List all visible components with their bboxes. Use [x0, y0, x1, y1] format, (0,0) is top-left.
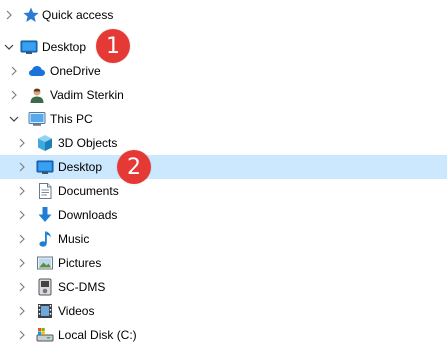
media-player-icon: [36, 278, 54, 296]
desktop-icon: [36, 158, 54, 176]
nav-item-label: Desktop: [42, 40, 87, 54]
nav-item-videos[interactable]: Videos: [0, 299, 447, 323]
chevron-right-icon[interactable]: [16, 155, 28, 179]
folder-icon: [34, 348, 52, 354]
user-avatar-icon: [28, 86, 46, 104]
drive-icon: [36, 326, 54, 344]
star-pin-icon: [22, 6, 40, 24]
nav-item-user[interactable]: Vadim Sterkin: [0, 83, 447, 107]
pictures-icon: [36, 254, 54, 272]
nav-item-label: OneDrive: [50, 64, 101, 78]
chevron-right-icon[interactable]: [16, 131, 28, 155]
nav-item-label: Videos: [58, 304, 95, 318]
chevron-right-icon[interactable]: [16, 179, 28, 203]
nav-item-label: Quick access: [42, 8, 114, 22]
chevron-right-icon[interactable]: [16, 299, 28, 323]
nav-item-onedrive[interactable]: OneDrive: [0, 59, 447, 83]
nav-item-sc-dms[interactable]: SC-DMS: [0, 275, 447, 299]
chevron-right-icon[interactable]: [16, 227, 28, 251]
film-icon: [36, 302, 54, 320]
nav-item-music[interactable]: Music: [0, 227, 447, 251]
nav-item-label: Vadim Sterkin: [50, 88, 124, 102]
nav-item-label: Pictures: [58, 256, 102, 270]
nav-item-documents[interactable]: Documents: [0, 179, 447, 203]
nav-item-label: Music: [58, 232, 90, 246]
nav-item-label: Downloads: [58, 208, 118, 222]
annotation-badge-1: 1: [96, 29, 130, 63]
chevron-right-icon[interactable]: [16, 251, 28, 275]
computer-icon: [28, 110, 46, 128]
navigation-pane: Quick access Desktop OneDrive Vadim Ster…: [0, 0, 447, 354]
music-note-icon: [36, 230, 54, 248]
chevron-down-icon[interactable]: [3, 35, 15, 59]
cloud-icon: [28, 62, 46, 80]
nav-item-local-disk[interactable]: Local Disk (C:): [0, 323, 447, 347]
chevron-right-icon[interactable]: [16, 275, 28, 299]
nav-item-label: Desktop: [58, 160, 103, 174]
nav-item-pictures[interactable]: Pictures: [0, 251, 447, 275]
download-arrow-icon: [36, 206, 54, 224]
nav-item-desktop[interactable]: Desktop: [0, 35, 447, 59]
nav-item-label: 3D Objects: [58, 136, 118, 150]
nav-item-desktop-this-pc[interactable]: Desktop: [0, 155, 447, 179]
nav-item-downloads[interactable]: Downloads: [0, 203, 447, 227]
desktop-icon: [20, 38, 38, 56]
nav-item-this-pc[interactable]: This PC: [0, 107, 447, 131]
nav-item-quick-access[interactable]: Quick access: [0, 3, 447, 27]
document-icon: [36, 182, 54, 200]
nav-item-label: SC-DMS: [58, 280, 106, 294]
annotation-badge-2: 2: [117, 150, 151, 184]
nav-item-3d-objects[interactable]: 3D Objects: [0, 131, 447, 155]
nav-item-label: Local Disk (C:): [58, 328, 137, 342]
chevron-right-icon[interactable]: [8, 83, 20, 107]
cube-icon: [36, 134, 54, 152]
chevron-right-icon[interactable]: [16, 203, 28, 227]
chevron-right-icon[interactable]: [3, 3, 15, 27]
nav-item-label: Documents: [58, 184, 119, 198]
chevron-right-icon[interactable]: [16, 323, 28, 347]
chevron-right-icon[interactable]: [8, 59, 20, 83]
nav-item-label: This PC: [50, 112, 93, 126]
chevron-down-icon[interactable]: [8, 107, 20, 131]
